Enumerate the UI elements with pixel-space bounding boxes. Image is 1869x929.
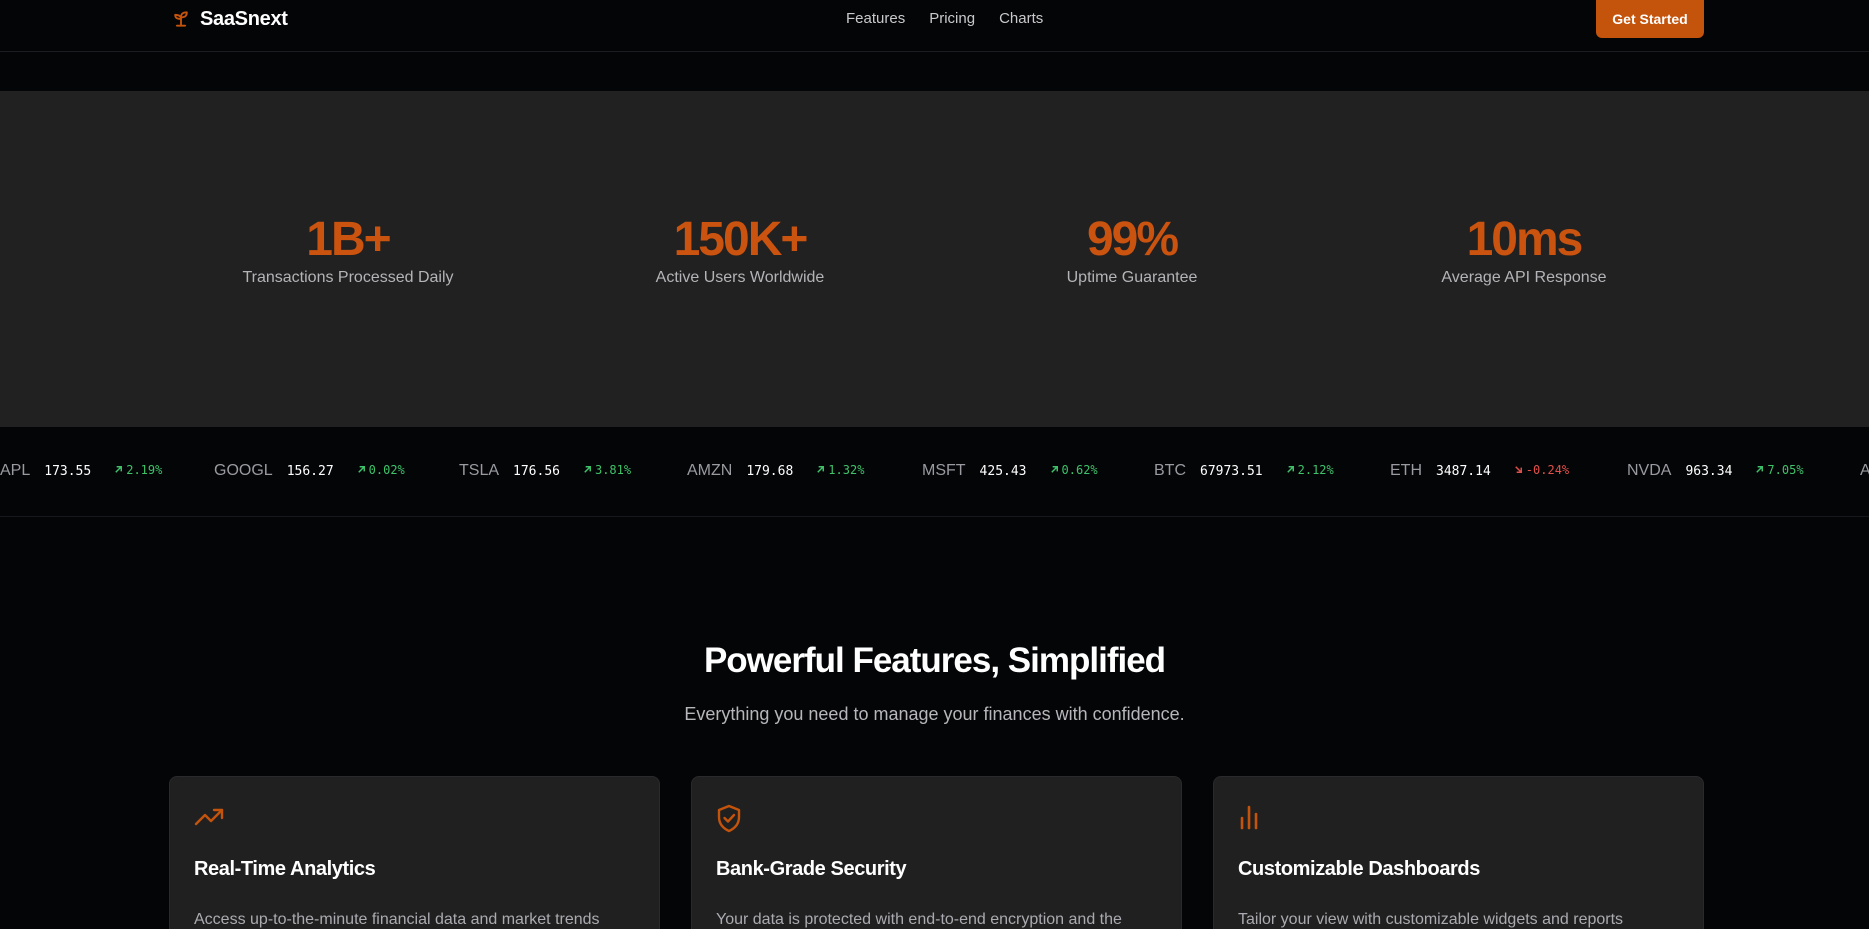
stat-transactions: 1B+ Transactions Processed Daily [198,213,498,287]
ticker-change-value: 3.81% [594,462,632,477]
stat-label: Transactions Processed Daily [242,269,454,286]
stat-value: 150K+ [673,213,809,266]
feature-card-title: Customizable Dashboards [1238,858,1480,880]
ticker-change-value: 2.12% [1297,462,1334,477]
ticker-symbol: A [1860,462,1869,480]
ticker-symbol: BTC [1154,462,1186,479]
sprout-icon [170,8,192,30]
ticker-change-value: 0.02% [368,462,405,477]
ticker-price: 963.34 [1685,464,1733,479]
stat-api-response: 10ms Average API Response [1374,213,1674,287]
stat-label: Average API Response [1441,269,1607,286]
arrow-up-right-icon [115,466,123,473]
ticker-change: -0.24% [1513,463,1569,477]
arrow-up-right-icon [1286,466,1294,473]
ticker-item: NVDA 963.34 7.05% [1627,462,1804,480]
ticker-item: ETH 3487.14 -0.24% [1390,462,1569,480]
ticker-item: TSLA 176.56 3.81% [459,462,631,480]
arrow-up-right-icon [817,466,825,473]
stat-users: 150K+ Active Users Worldwide [590,213,890,287]
stat-value: 1B+ [306,213,391,266]
ticker-symbol: TSLA [459,462,500,479]
stat-label: Uptime Guarantee [1066,269,1198,286]
ticker-symbol: APL [0,462,31,479]
brand-logo[interactable]: SaaSnext [170,7,288,31]
arrow-up-right-icon [1050,466,1058,473]
ticker-item: GOOGL 156.27 0.02% [214,462,405,480]
nav-link-pricing[interactable]: Pricing [929,10,975,27]
ticker-item: MSFT 425.43 0.62% [922,462,1098,480]
feature-card-title: Bank-Grade Security [716,858,907,880]
stats-section: 1B+ Transactions Processed Daily 150K+ A… [0,91,1869,427]
nav-link-charts[interactable]: Charts [999,10,1043,27]
ticker-price: 179.68 [746,464,794,479]
ticker-item: BTC 67973.51 2.12% [1154,462,1334,480]
feature-card-dashboards: Customizable Dashboards Tailor your view… [1213,776,1704,929]
features-subtitle: Everything you need to manage your finan… [684,704,1185,724]
main-nav: Features Pricing Charts [846,10,1043,27]
shield-check-icon [715,804,747,833]
feature-card-title: Real-Time Analytics [194,858,376,880]
stat-uptime: 99% Uptime Guarantee [982,213,1282,287]
ticker-change-value: 2.19% [126,462,163,477]
feature-card-security: Bank-Grade Security Your data is protect… [691,776,1182,929]
arrow-up-right-icon [584,466,591,473]
ticker-change: 0.62% [1049,463,1098,477]
ticker-change-value: 1.32% [828,462,865,477]
arrow-up-right-icon [357,466,365,473]
feature-card-description: Tailor your view with customizable widge… [1238,911,1624,928]
ticker-price: 3487.14 [1436,464,1491,479]
ticker-price: 176.56 [513,464,560,479]
stat-value: 10ms [1466,213,1584,266]
trending-up-icon [193,804,225,830]
ticker-symbol: ETH [1390,462,1422,479]
ticker-symbol: MSFT [922,462,966,479]
ticker-symbol: AMZN [687,462,733,479]
ticker-change: 1.32% [815,463,864,477]
ticker-item: APL 173.55 2.19% [0,462,162,480]
ticker-change-value: 0.62% [1061,462,1098,477]
stat-value: 99% [1086,213,1179,266]
top-navbar: SaaSnext Features Pricing Charts Get Sta… [0,0,1869,52]
ticker-change: 2.19% [113,463,162,477]
feature-card-analytics: Real-Time Analytics Access up-to-the-min… [169,776,660,929]
ticker-change-value: -0.24% [1525,462,1570,477]
bar-chart-icon [1237,804,1269,830]
ticker-change: 0.02% [356,463,405,477]
ticker-price: 425.43 [979,464,1027,479]
brand-name: SaaSnext [200,7,288,30]
ticker-change: 7.05% [1754,462,1804,477]
ticker-price: 173.55 [44,464,92,479]
ticker-item: A [1860,462,1869,480]
ticker-change: 2.12% [1285,463,1334,477]
nav-link-features[interactable]: Features [846,10,905,27]
ticker-symbol: GOOGL [214,462,273,479]
market-ticker: APL 173.55 2.19% GOOGL 156.27 0.02% TSLA… [0,427,1869,517]
feature-card-description: Access up-to-the-minute financial data a… [194,911,600,928]
get-started-button[interactable]: Get Started [1596,0,1704,38]
ticker-change-value: 7.05% [1767,462,1804,477]
feature-card-description: Your data is protected with end-to-end e… [716,911,1122,928]
stat-label: Active Users Worldwide [655,269,825,286]
ticker-price: 67973.51 [1200,464,1263,479]
ticker-symbol: NVDA [1627,462,1672,479]
arrow-down-right-icon [1515,466,1522,473]
ticker-price: 156.27 [286,464,334,479]
features-title: Powerful Features, Simplified [703,641,1166,680]
ticker-item: AMZN 179.68 1.32% [687,462,864,480]
arrow-up-right-icon [1756,466,1764,473]
ticker-change: 3.81% [582,463,631,477]
